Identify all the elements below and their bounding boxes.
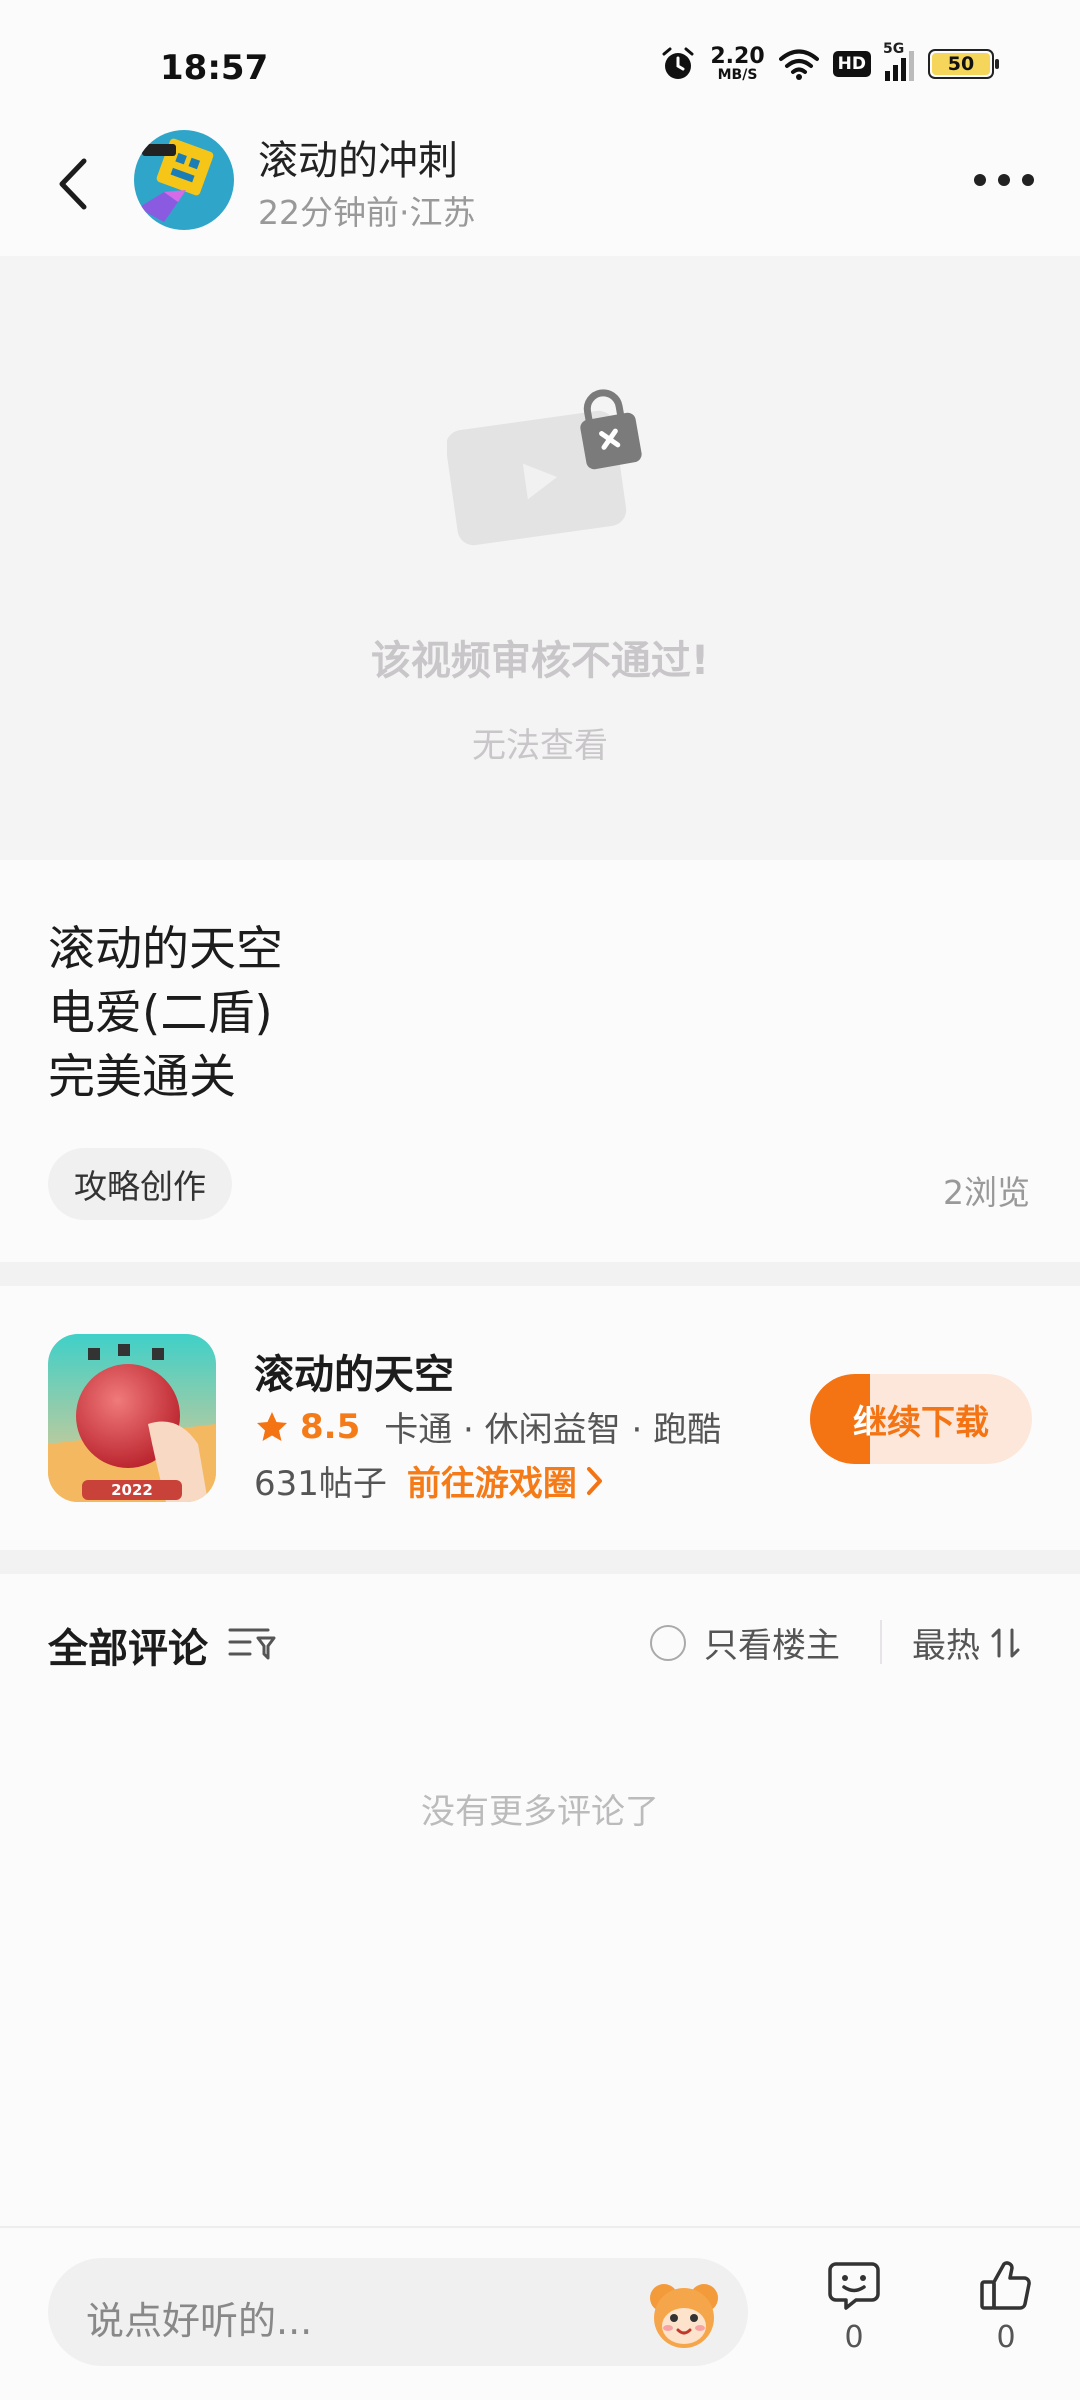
post-line: 完美通关 [48, 1050, 236, 1105]
game-card[interactable]: 2022 滚动的天空 8.5 卡通 · 休闲益智 · 跑酷 631帖子 前往游戏… [0, 1286, 1080, 1550]
comments-header: 全部评论 只看楼主 最热 [0, 1574, 1080, 1714]
wifi-icon [778, 49, 819, 80]
no-more-comments: 没有更多评论了 [421, 1792, 659, 1832]
like-count: 0 [996, 2320, 1016, 2355]
game-circle-link[interactable]: 前往游戏圈 [407, 1456, 603, 1505]
sort-button[interactable]: 最热 [912, 1618, 1022, 1667]
sort-icon [991, 1628, 1020, 1657]
chevron-right-icon [586, 1466, 602, 1495]
game-post-count: 631帖子 [254, 1464, 387, 1504]
post-tag-chip[interactable]: 攻略创作 [48, 1148, 232, 1220]
game-icon-image: 2022 [48, 1334, 216, 1502]
game-rating-row: 8.5 卡通 · 休闲益智 · 跑酷 [254, 1402, 721, 1451]
comment-action[interactable]: 0 [814, 2258, 894, 2355]
video-blocked-area: 该视频审核不通过! 无法查看 [0, 256, 1080, 860]
post-time-location: 22分钟前·江苏 [258, 193, 476, 232]
post-line: 电爱(二盾) [48, 986, 273, 1041]
game-icon[interactable]: 2022 [48, 1334, 216, 1502]
post-line: 滚动的天空 [48, 922, 283, 977]
game-name[interactable]: 滚动的天空 [254, 1342, 454, 1400]
emoji-icon[interactable] [642, 2272, 726, 2356]
divider [880, 1620, 882, 1664]
comment-input[interactable]: 说点好听的... [48, 2258, 748, 2366]
more-options-button[interactable] [974, 164, 1034, 196]
download-label: 继续下载 [810, 1374, 870, 1464]
battery-icon: 50 [928, 49, 999, 79]
game-posts-row: 631帖子 前往游戏圈 [254, 1456, 603, 1505]
alarm-icon [662, 47, 694, 79]
status-icons: 2.20 MB/S HD 5G 50 [660, 41, 999, 83]
star-icon [257, 1411, 287, 1441]
blocked-title: 该视频审核不通过! [370, 638, 710, 684]
game-circle-link-label: 前往游戏圈 [406, 1464, 577, 1504]
view-count: 2浏览 [943, 1173, 1030, 1212]
chevron-left-icon [59, 158, 87, 210]
more-dot-icon [1022, 174, 1034, 186]
author-name[interactable]: 滚动的冲刺 [258, 128, 458, 186]
cell-signal-icon: 5G [883, 41, 914, 81]
back-button[interactable] [48, 152, 98, 216]
section-divider [0, 1550, 1080, 1574]
status-bar: 18:57 2.20 MB/S HD 5G 50 [0, 0, 1080, 130]
game-icon-year: 2022 [111, 1481, 153, 1499]
continue-download-button[interactable]: 继续下载 继续下载 [810, 1374, 1032, 1464]
status-time: 18:57 [160, 48, 269, 88]
post-header: 滚动的冲刺 22分钟前·江苏 [0, 120, 1080, 250]
hd-badge: HD [832, 51, 871, 77]
avatar-image [134, 130, 234, 230]
post-body: 滚动的天空 电爱(二盾) 完美通关 攻略创作 2浏览 [0, 860, 1080, 1262]
comment-icon [828, 2262, 880, 2310]
thumbs-up-icon [980, 2261, 1031, 2310]
more-dot-icon [974, 174, 986, 186]
more-dot-icon [998, 174, 1010, 186]
game-rating: 8.5 [300, 1406, 361, 1447]
comment-input-placeholder: 说点好听的... [86, 2299, 313, 2343]
post-text: 滚动的天空 电爱(二盾) 完美通关 [48, 918, 283, 1110]
network-speed: 2.20 MB/S [710, 44, 765, 83]
filter-icon[interactable] [228, 1624, 278, 1664]
video-locked-icon [447, 389, 642, 546]
author-avatar[interactable] [134, 130, 234, 230]
like-action[interactable]: 0 [966, 2258, 1046, 2355]
game-tags: 卡通 · 休闲益智 · 跑酷 [384, 1410, 722, 1450]
comments-title: 全部评论 [48, 1626, 208, 1672]
bottom-bar: 说点好听的... 0 0 [0, 2226, 1080, 2400]
comment-count: 0 [844, 2320, 864, 2355]
sort-label: 最热 [912, 1626, 980, 1666]
radio-icon[interactable] [650, 1624, 686, 1661]
download-progress-fill: 继续下载 [810, 1374, 870, 1464]
section-divider [0, 1262, 1080, 1286]
only-op-label: 只看楼主 [704, 1626, 840, 1666]
only-op-toggle[interactable]: 只看楼主 [650, 1618, 840, 1667]
blocked-subtitle: 无法查看 [472, 726, 608, 766]
